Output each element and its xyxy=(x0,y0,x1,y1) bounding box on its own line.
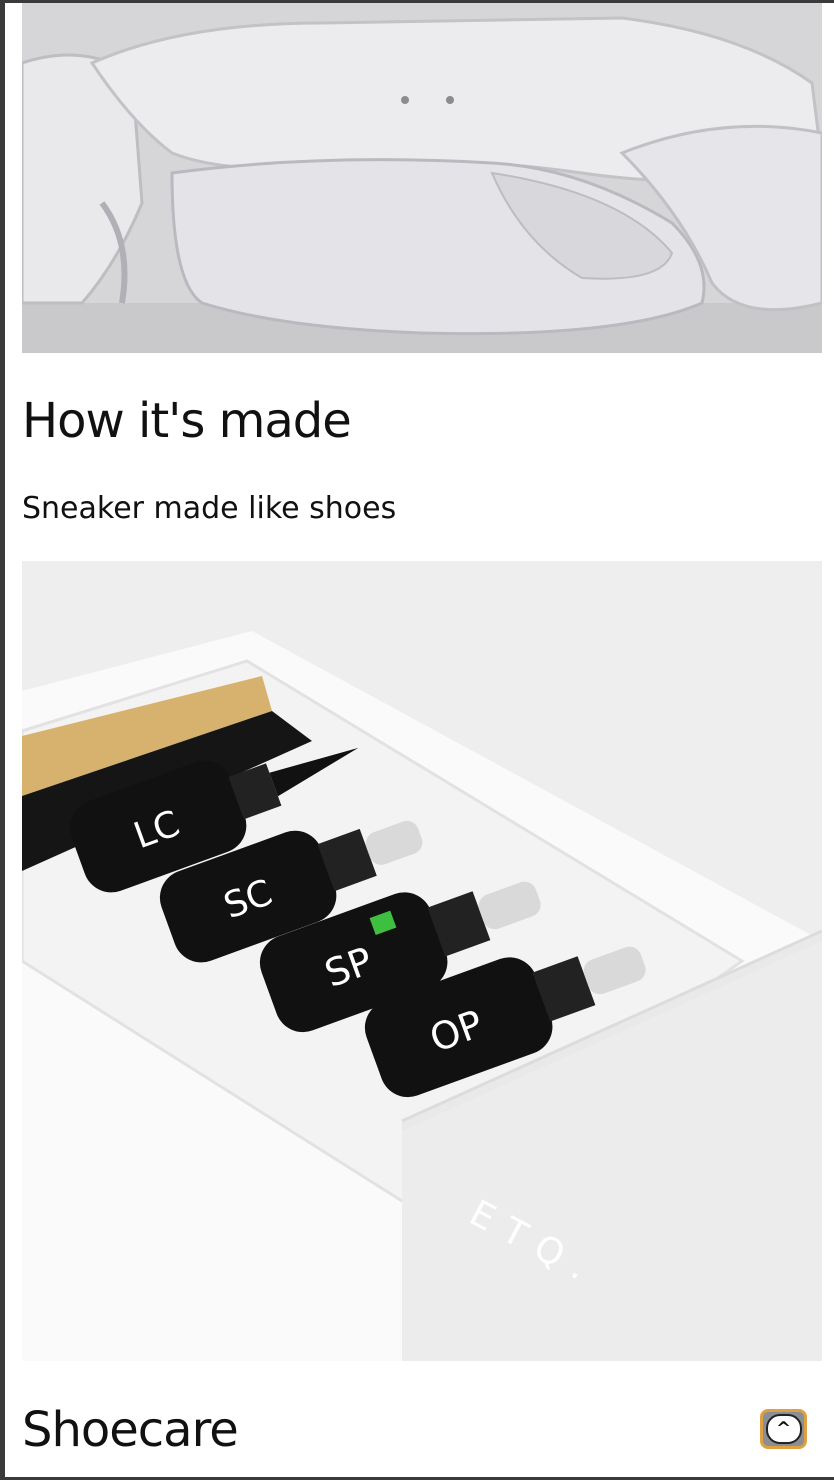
section-title: How it's made xyxy=(22,393,352,449)
shoes-image xyxy=(22,3,822,353)
back-to-top-button[interactable]: ^ xyxy=(760,1409,807,1449)
shoecare-kit-image: ETQ. LC SC SP OP xyxy=(22,561,822,1361)
chevron-up-icon: ^ xyxy=(765,1414,802,1444)
section-title: Shoecare xyxy=(22,1402,239,1458)
section-subtitle: Sneaker made like shoes xyxy=(22,491,397,526)
